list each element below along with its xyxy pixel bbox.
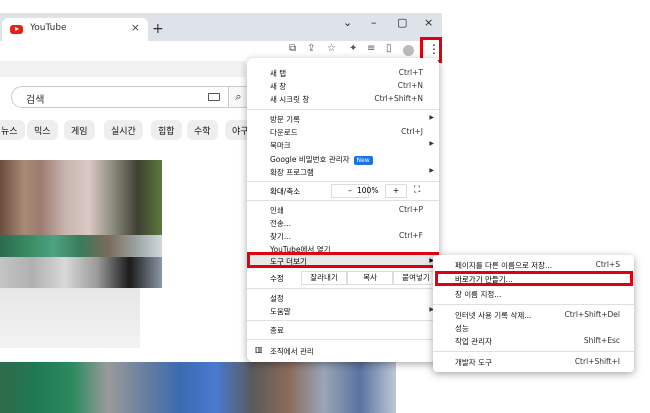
- chip-live[interactable]: 실시간: [104, 120, 143, 140]
- search-button[interactable]: ⌕: [229, 86, 249, 108]
- minimize-button[interactable]: –: [371, 16, 377, 29]
- video-thumbnail[interactable]: [0, 160, 162, 288]
- chip-hiphop[interactable]: 힙합: [151, 120, 182, 140]
- menu-item-incognito[interactable]: 새 시크릿 창 Ctrl+Shift+N: [247, 92, 439, 106]
- video-thumbnail[interactable]: [0, 362, 396, 413]
- menu-item-find[interactable]: 찾기... Ctrl+F: [247, 229, 439, 243]
- submenu-arrow-icon: ▶: [429, 140, 434, 147]
- page-banner-strip: [0, 61, 245, 77]
- side-panel-icon[interactable]: ▯: [386, 43, 392, 54]
- search-input[interactable]: 검색: [11, 86, 229, 108]
- video-thumbnail[interactable]: [0, 288, 140, 348]
- submenu-item-name-window[interactable]: 창 이름 지정...: [433, 288, 634, 301]
- edit-row: 수정 잘라내기 복사 붙여넣기: [247, 270, 439, 286]
- close-window-button[interactable]: ×: [424, 16, 433, 29]
- menu-separator: [433, 351, 634, 352]
- submenu-item-create-shortcut[interactable]: 바로가기 만들기...: [435, 271, 633, 286]
- menu-separator: [433, 304, 634, 305]
- share-icon[interactable]: ⇪: [307, 43, 315, 54]
- zoom-in-button[interactable]: +: [385, 184, 407, 198]
- tab-title: YouTube: [30, 23, 67, 33]
- tab-search-icon[interactable]: ⌄: [343, 16, 352, 29]
- maximize-button[interactable]: ▢: [397, 16, 407, 29]
- fullscreen-icon[interactable]: ⛶: [414, 185, 420, 195]
- copy-button[interactable]: 복사: [347, 271, 393, 285]
- menu-separator: [247, 109, 439, 110]
- menu-item-cast[interactable]: 전송...: [247, 216, 439, 230]
- profile-avatar[interactable]: [403, 45, 414, 56]
- submenu-item-devtools[interactable]: 개발자 도구 Ctrl+Shift+I: [433, 356, 634, 369]
- chip-news[interactable]: 뉴스: [0, 120, 25, 140]
- zoom-value: 100%: [357, 186, 379, 195]
- youtube-favicon-icon: [10, 25, 23, 34]
- tab-close-icon[interactable]: ×: [131, 21, 140, 34]
- menu-item-settings[interactable]: 설정: [247, 291, 439, 305]
- menu-item-managed[interactable]: ▥ 조직에서 관리: [247, 344, 439, 358]
- chrome-main-menu: 새 탭 Ctrl+T 새 창 Ctrl+N 새 시크릿 창 Ctrl+Shift+N …: [247, 58, 439, 362]
- keyboard-icon[interactable]: [208, 93, 220, 101]
- menu-separator: [247, 320, 439, 321]
- menu-item-print[interactable]: 인쇄 Ctrl+P: [247, 203, 439, 217]
- submenu-item-task-manager[interactable]: 작업 관리자 Shift+Esc: [433, 335, 634, 348]
- menu-separator: [247, 339, 439, 340]
- menu-item-exit[interactable]: 종료: [247, 323, 439, 337]
- tab-youtube[interactable]: YouTube ×: [2, 18, 148, 41]
- submenu-item-clear-data[interactable]: 인터넷 사용 기록 삭제... Ctrl+Shift+Del: [433, 309, 634, 322]
- menu-item-bookmarks[interactable]: 북마크 ▶: [247, 138, 439, 152]
- chip-mix[interactable]: 믹스: [27, 120, 58, 140]
- chip-math[interactable]: 수학: [187, 120, 218, 140]
- submenu-item-performance[interactable]: 성능: [433, 322, 634, 335]
- chip-game[interactable]: 게임: [64, 120, 95, 140]
- menu-item-password-manager[interactable]: Google 비밀번호 관리자 New: [247, 152, 439, 166]
- new-badge: New: [353, 156, 373, 165]
- zoom-label: 확대/축소: [270, 187, 301, 196]
- menu-item-history[interactable]: 방문 기록 ▶: [247, 112, 439, 126]
- menu-item-downloads[interactable]: 다운로드 Ctrl+J: [247, 125, 439, 139]
- menu-item-new-tab[interactable]: 새 탭 Ctrl+T: [247, 66, 439, 80]
- edit-label: 수정: [270, 274, 284, 283]
- menu-item-new-window[interactable]: 새 창 Ctrl+N: [247, 79, 439, 93]
- zoom-row: 확대/축소 – 100% + ⛶: [247, 184, 439, 198]
- menu-item-help[interactable]: 도움말 ▶: [247, 304, 439, 318]
- submenu-arrow-icon: ▶: [429, 167, 434, 174]
- submenu-arrow-icon: ▶: [429, 114, 434, 121]
- bookmark-star-icon[interactable]: ☆: [327, 43, 336, 54]
- kebab-icon: ⋮: [428, 42, 440, 56]
- menu-item-extensions[interactable]: 확장 프로그램 ▶: [247, 165, 439, 179]
- open-in-app-icon[interactable]: ⧉: [289, 43, 296, 54]
- extensions-puzzle-icon[interactable]: ✦: [349, 43, 357, 54]
- new-tab-button[interactable]: +: [152, 21, 164, 37]
- search-placeholder: 검색: [26, 95, 45, 106]
- more-tools-submenu: 페이지를 다른 이름으로 저장... Ctrl+S 바로가기 만들기... 창 이…: [433, 255, 634, 372]
- media-playlist-icon[interactable]: ≡: [367, 43, 375, 54]
- cut-button[interactable]: 잘라내기: [301, 271, 347, 285]
- menu-separator: [247, 181, 439, 182]
- menu-item-more-tools[interactable]: 도구 더보기 ▶: [247, 252, 439, 268]
- menu-separator: [247, 200, 439, 201]
- building-icon: ▥: [255, 345, 263, 354]
- menu-separator: [247, 288, 439, 289]
